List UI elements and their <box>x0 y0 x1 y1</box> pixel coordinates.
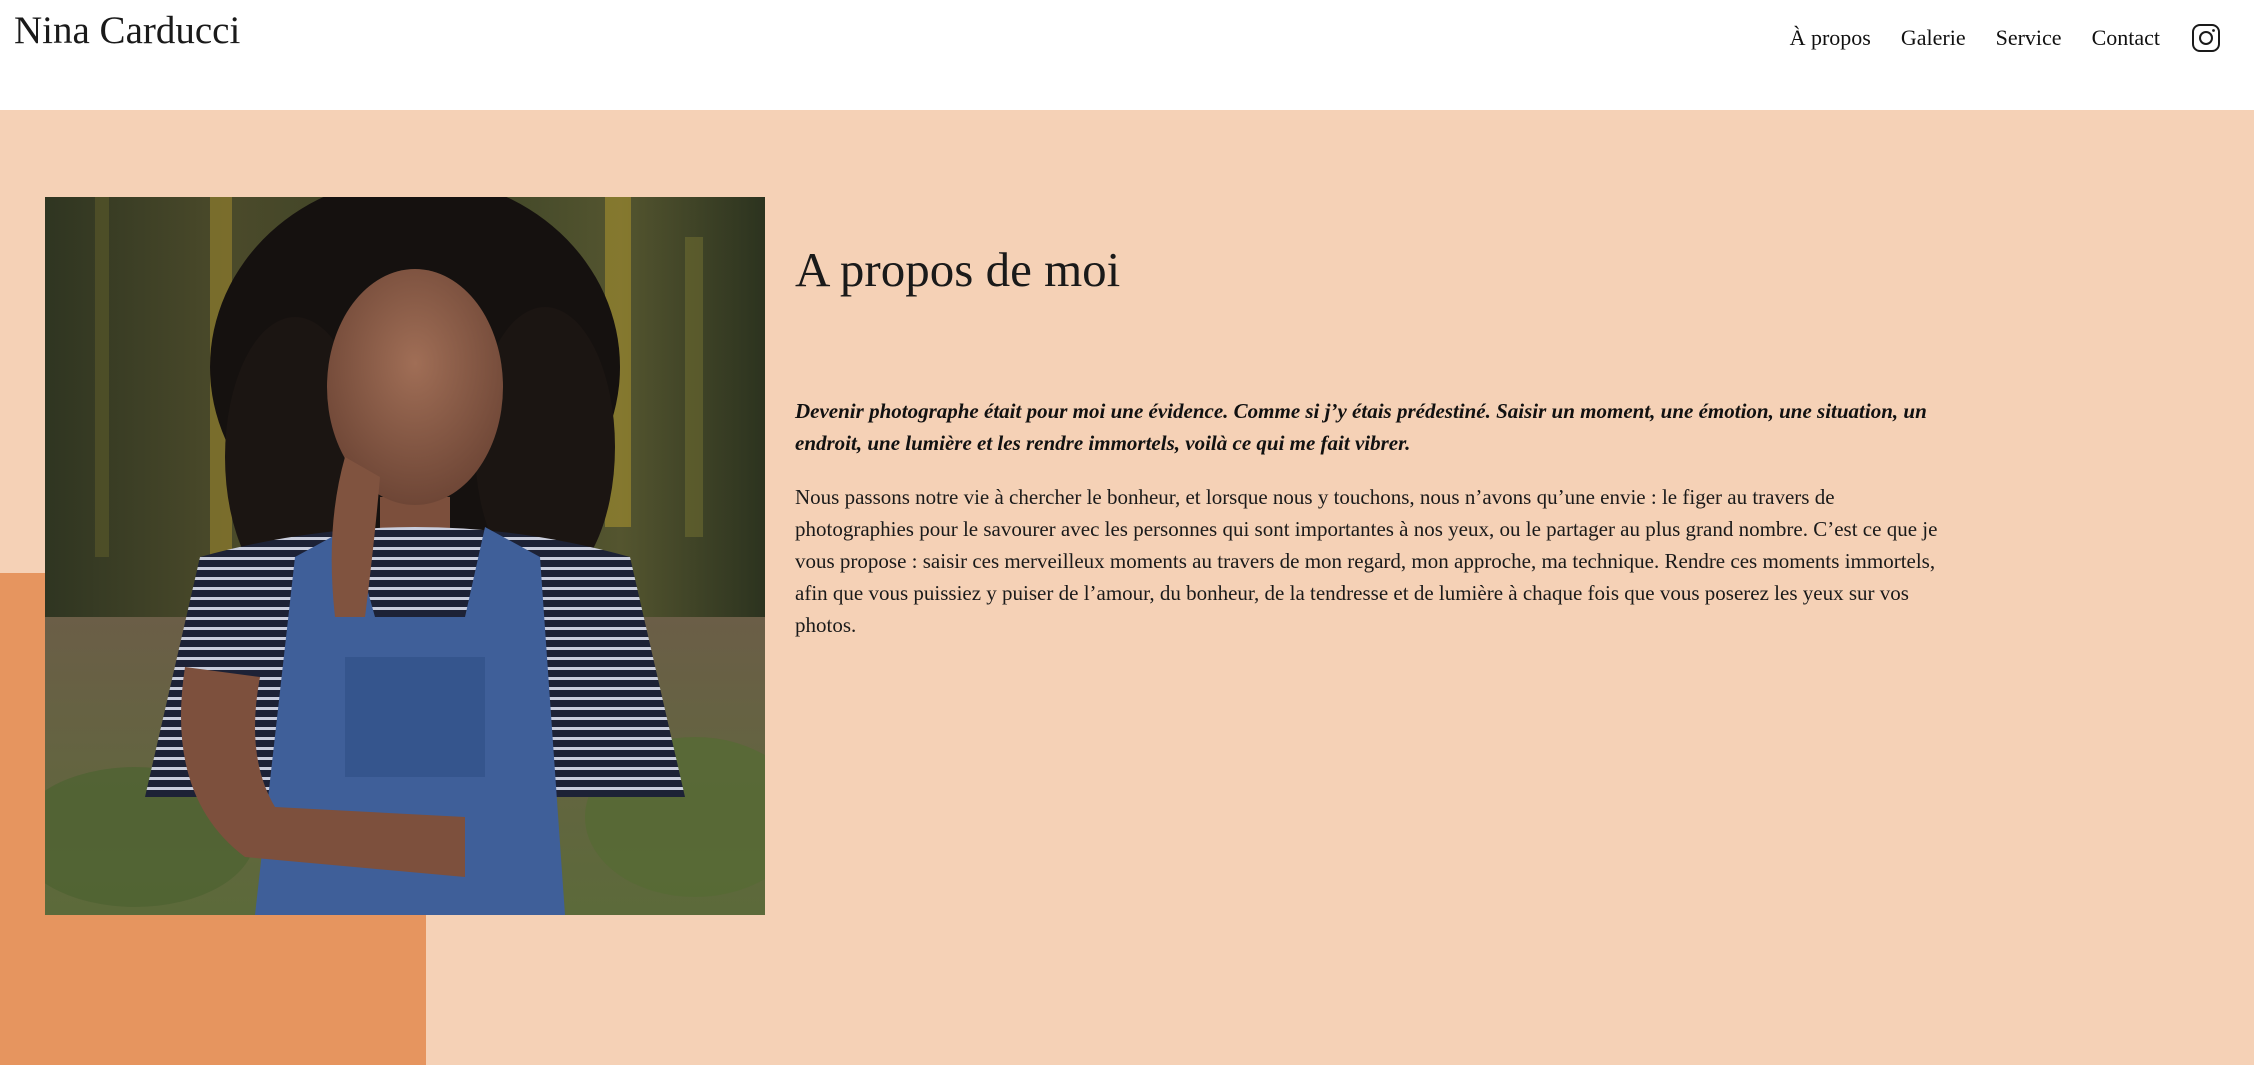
portrait-photo <box>45 197 765 915</box>
site-title[interactable]: Nina Carducci <box>14 6 240 56</box>
nav-link-a-propos[interactable]: À propos <box>1790 18 1871 58</box>
nav-link-galerie[interactable]: Galerie <box>1901 18 1966 58</box>
site-header: Nina Carducci À propos Galerie Service C… <box>0 0 2254 110</box>
about-body: Nous passons notre vie à chercher le bon… <box>795 485 1938 637</box>
about-section: A propos de moi Devenir photographe étai… <box>0 110 2254 1065</box>
instagram-icon[interactable] <box>2190 22 2222 54</box>
section-divider <box>0 1065 2254 1069</box>
about-intro: Devenir photographe était pour moi une é… <box>795 399 1927 455</box>
about-content: A propos de moi Devenir photographe étai… <box>795 240 1945 641</box>
main-nav: À propos Galerie Service Contact <box>1760 18 2222 58</box>
nav-link-contact[interactable]: Contact <box>2092 18 2160 58</box>
about-title: A propos de moi <box>795 242 1121 297</box>
nav-link-service[interactable]: Service <box>1996 18 2062 58</box>
